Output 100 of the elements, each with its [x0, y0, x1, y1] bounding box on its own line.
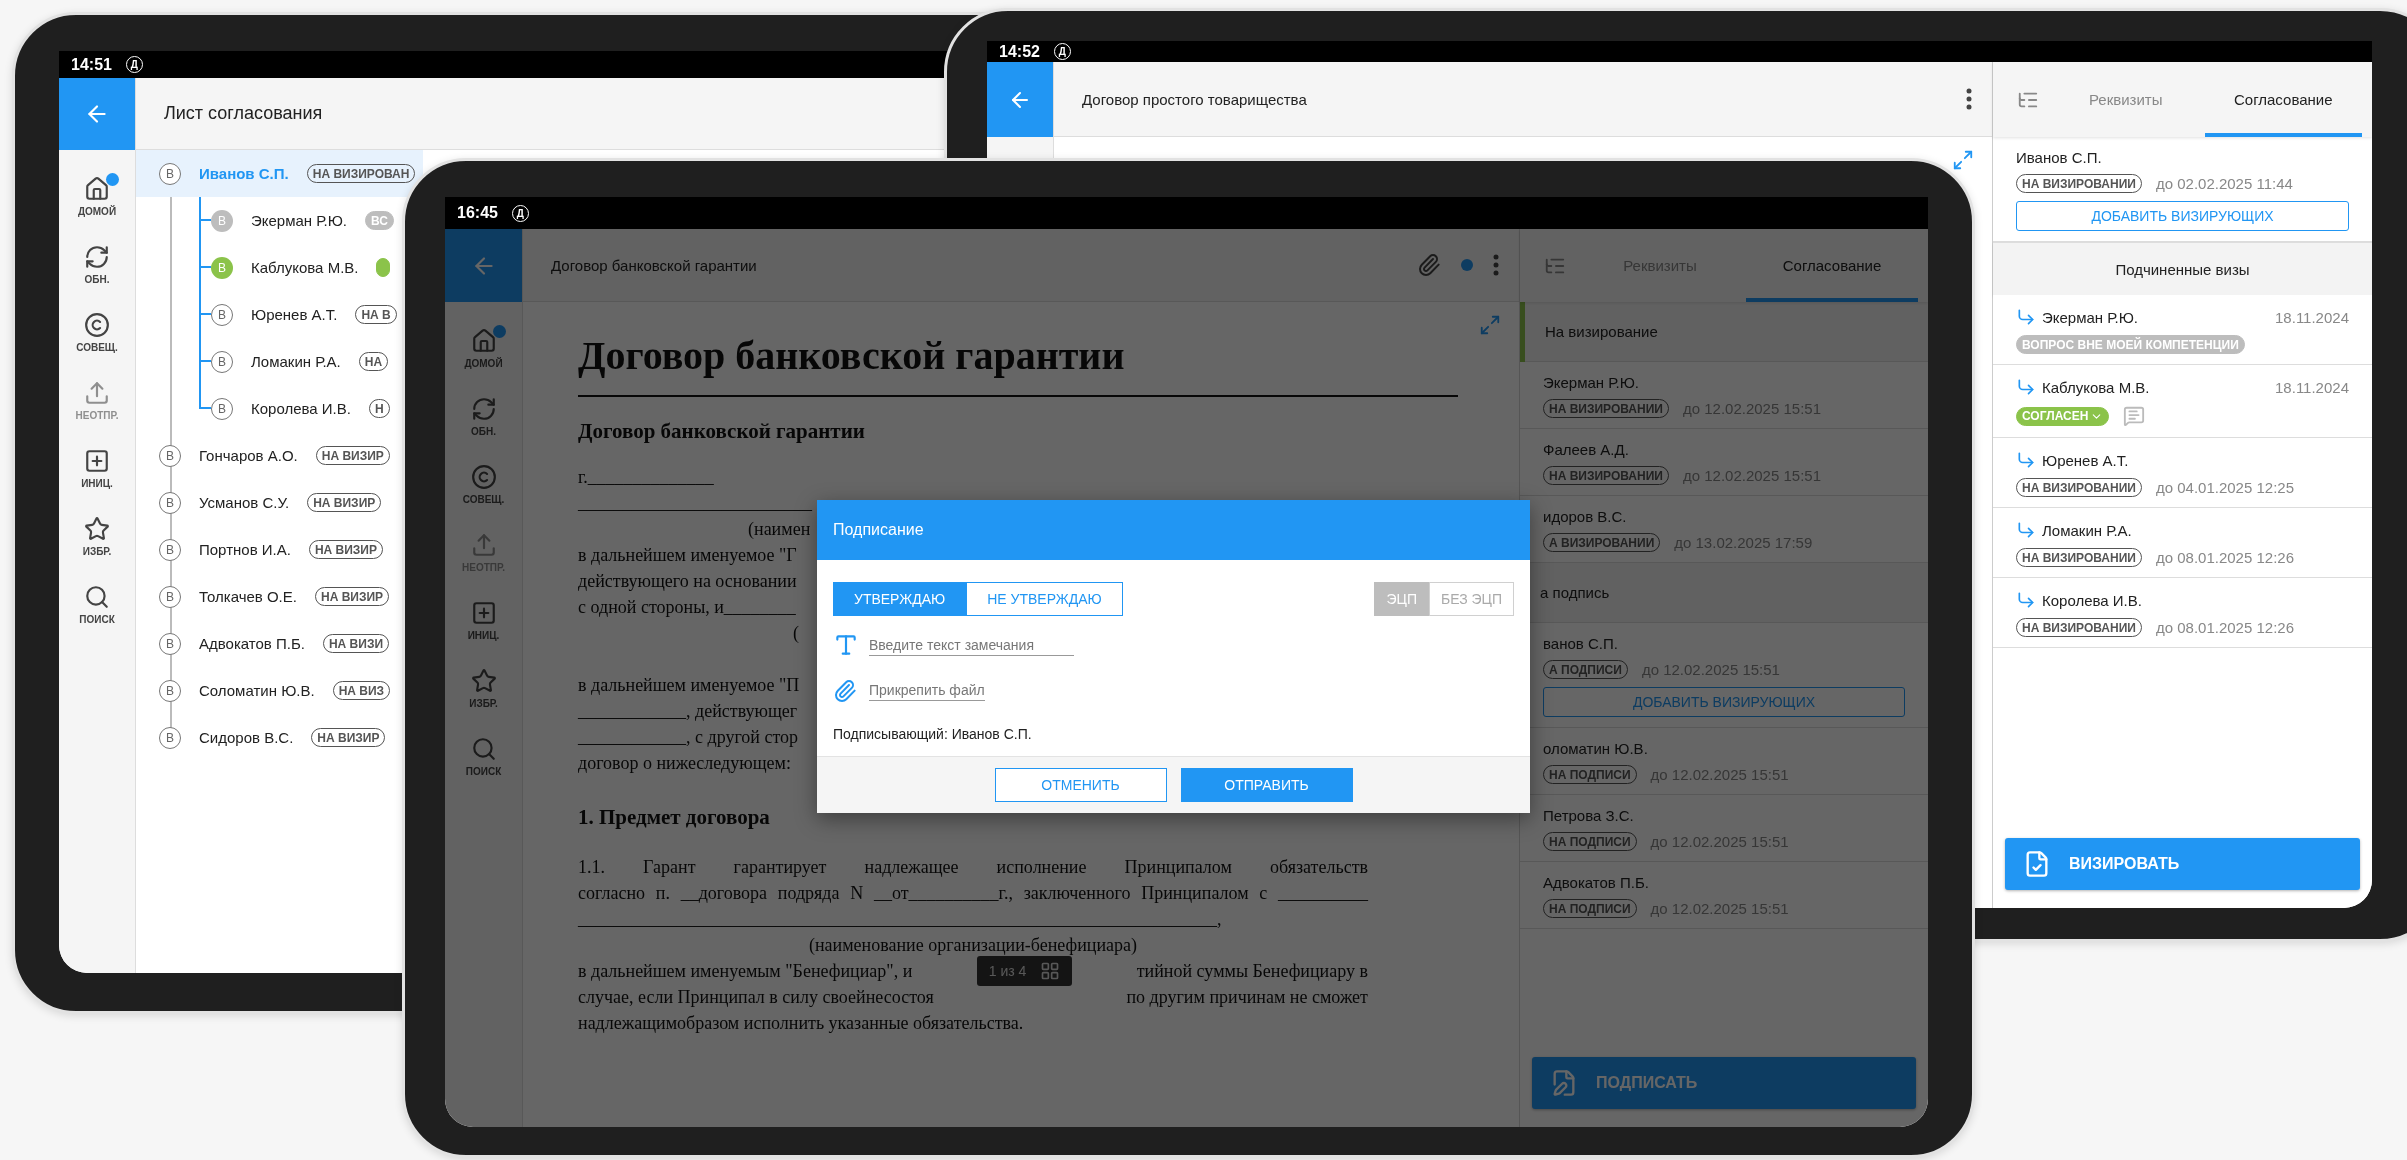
plus-square-icon: [84, 447, 110, 474]
person-name: Ломакин Р.А.: [251, 353, 341, 370]
due-date: до 04.01.2025 12:25: [2155, 479, 2294, 496]
page-indicator[interactable]: 1 из 4: [976, 956, 1073, 986]
tree-row[interactable]: В Портнов И.А. НА ВИЗИР: [136, 526, 391, 573]
status-circle: В: [211, 303, 233, 326]
document-heading: 1. Предмет договора: [578, 804, 770, 830]
tree-row[interactable]: В Каблукова М.В.: [136, 244, 399, 291]
status-circle: В: [159, 726, 181, 749]
refresh-icon: [84, 243, 110, 270]
sidebar-item[interactable]: ИЗБР.: [448, 654, 519, 722]
sidebar-item[interactable]: ИНИЦ.: [448, 586, 519, 654]
add-approvers-button[interactable]: ДОБАВИТЬ ВИЗИРУЮЩИХ: [2016, 201, 2349, 231]
expand-button[interactable]: [1479, 314, 1501, 336]
search-icon: [84, 583, 110, 610]
due-date: до 08.01.2025 12:26: [2155, 619, 2294, 636]
text-icon: [833, 632, 859, 658]
sidebar-item[interactable]: ПОИСК: [448, 722, 519, 790]
sub-arrow-icon: [2016, 520, 2036, 540]
tree-row[interactable]: В Королева И.В. Н: [136, 385, 398, 432]
document-text: г.______________: [578, 466, 714, 489]
send-button[interactable]: ОТПРАВИТЬ: [1180, 768, 1353, 802]
person-name: Адвокатов П.Б.: [1543, 874, 1650, 891]
document-text: действующего на основании: [578, 570, 797, 593]
tree-row[interactable]: В Адвокатов П.Б. НА ВИЗИ: [136, 620, 398, 667]
person-name: оломатин Ю.В.: [1543, 740, 1649, 757]
attach-file-link[interactable]: Прикрепить файл: [869, 681, 985, 701]
status-time: 14:51: [71, 55, 112, 74]
status-circle: В: [159, 491, 181, 514]
sidebar-item[interactable]: СОВЕЩ.: [62, 298, 132, 366]
paperclip-icon: [833, 679, 857, 703]
tree-row[interactable]: В Сидоров В.С. НА ВИЗИР: [136, 714, 394, 761]
person-name: Каблукова М.В.: [251, 259, 359, 276]
status-badge: [376, 258, 391, 277]
paperclip-icon: [1417, 253, 1441, 277]
tree-row[interactable]: В Толкачев О.Е. НА ВИЗИР: [136, 573, 398, 620]
signature-option[interactable]: ЭЦП: [1374, 582, 1429, 616]
add-approvers-button[interactable]: ДОБАВИТЬ ВИЗИРУЮЩИХ: [1543, 687, 1905, 717]
tree-row[interactable]: В Усманов С.У. НА ВИЗИР: [136, 479, 390, 526]
comment-field[interactable]: Введите текст замечания: [869, 634, 1074, 656]
upload-icon: [84, 379, 110, 406]
document-text: (: [792, 622, 799, 645]
sidebar-item[interactable]: ИНИЦ.: [62, 434, 132, 502]
tree-row[interactable]: В Экерман Р.Ю. ВС: [136, 197, 402, 244]
cancel-button[interactable]: ОТМЕНИТЬ: [994, 768, 1167, 802]
document-text: случае, если Принципал в силу своейнесостоя: [578, 986, 934, 1008]
sidebar-item[interactable]: ОБН.: [448, 382, 519, 450]
sidebar-item[interactable]: ДОМОЙ: [448, 314, 519, 382]
sub-arrow-icon: [2016, 377, 2036, 397]
approve-button[interactable]: ВИЗИРОВАТЬ: [2005, 838, 2360, 890]
person-name: Усманов С.У.: [199, 494, 290, 511]
home-icon: [84, 175, 110, 202]
circle-c-icon: [470, 463, 497, 490]
sidebar-item[interactable]: ОБН.: [62, 230, 132, 298]
status-badge: ВОПРОС ВНЕ МОЕЙ КОМПЕТЕНЦИИ: [2016, 335, 2245, 354]
signature-option[interactable]: БЕЗ ЭЦП: [1428, 582, 1514, 616]
expand-button[interactable]: [1952, 149, 1974, 171]
document-title: Договор банковской гарантии: [578, 332, 1458, 397]
person-name: Петрова З.С.: [1543, 807, 1635, 824]
sidebar-item[interactable]: СОВЕЩ.: [448, 450, 519, 518]
signer-text: Подписывающий: Иванов С.П.: [833, 726, 1033, 742]
decision-option[interactable]: УТВЕРЖДАЮ: [833, 582, 967, 616]
document-text: ____________, с другой стор: [578, 726, 799, 749]
kebab-menu-icon: [1966, 88, 1972, 110]
plus-square-icon: [470, 599, 497, 626]
person-name: Соломатин Ю.В.: [199, 682, 315, 699]
document-text: надлежащимобразом исполнить указанные обязательства.: [578, 1012, 1024, 1035]
screen-title: Лист согласования: [164, 103, 324, 124]
tree-row[interactable]: В Соломатин Ю.В. НА ВИЗ: [136, 667, 399, 714]
person-name: Юренев А.Т.: [2042, 451, 2130, 469]
star-icon: [84, 515, 110, 542]
tree-row[interactable]: В Иванов С.П. НА ВИЗИРОВАН: [136, 150, 424, 197]
status-circle: В: [159, 162, 181, 185]
document-subtitle: Договор банковской гарантии: [578, 419, 866, 444]
sidebar-item[interactable]: ДОМОЙ: [62, 162, 132, 230]
person-name: Ломакин Р.А.: [2042, 521, 2133, 539]
section-header: Подчиненные визы: [1993, 242, 2372, 295]
tree-row[interactable]: В Ломакин Р.А. НА: [136, 338, 397, 385]
star-icon: [470, 667, 497, 694]
document-text: __________________________: [578, 492, 812, 515]
expand-icon: [1479, 314, 1501, 336]
panel-tab[interactable]: Реквизиты: [2047, 62, 2205, 137]
comment-button[interactable]: [2123, 405, 2146, 427]
person-name: Экерман Р.Ю.: [251, 212, 347, 229]
document-text: 1.1. Гарант гарантирует надлежащее исполнение Принципалом обязательств: [578, 856, 1368, 879]
person-name: Королева И.В.: [2042, 591, 2143, 609]
document-text: договор о нижеследующем:: [578, 752, 791, 775]
decision-option[interactable]: НЕ УТВЕРЖДАЮ: [966, 582, 1123, 616]
upload-icon: [470, 531, 497, 558]
document-text: в дальнейшем именуемым "Бенефициар", и: [578, 960, 913, 982]
tree-row[interactable]: В Гончаров А.О. НА ВИЗИР: [136, 432, 398, 479]
sign-button[interactable]: ПОДПИСАТЬ: [1532, 1057, 1916, 1109]
more-menu-button[interactable]: [1964, 86, 1974, 112]
document-text: согласно п. __договора подряда N __от__________г., заключенного Принципалом с __________: [578, 882, 1368, 905]
kebab-menu-icon: [1493, 254, 1499, 276]
status-circle: В: [211, 350, 233, 373]
sidebar-item[interactable]: ИЗБР.: [62, 502, 132, 570]
person-name: Юренев А.Т.: [251, 306, 338, 323]
sidebar-item[interactable]: ПОИСК: [62, 570, 132, 638]
home-icon: [470, 327, 497, 354]
